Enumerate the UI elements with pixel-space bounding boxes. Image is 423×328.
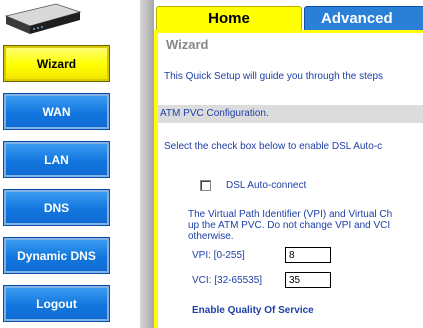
sidebar-item-label: Wizard	[36, 56, 77, 71]
qos-label: Enable Quality Of Service	[192, 305, 314, 316]
sidebar-item-label: Logout	[36, 296, 77, 311]
vci-label: VCI: [32-65535]	[192, 275, 263, 286]
content-area: Wizard This Quick Setup will guide you t…	[154, 33, 423, 328]
sidebar-item-wizard[interactable]: Wizard	[3, 45, 110, 82]
sidebar-item-dns[interactable]: DNS	[3, 189, 110, 226]
vpi-description-line: up the ATM PVC. Do not change VPI and VC…	[188, 220, 391, 231]
sidebar-item-dynamic-dns[interactable]: Dynamic DNS	[3, 237, 110, 274]
top-tabs: Home Advanced	[154, 6, 423, 30]
sidebar-item-label: Dynamic DNS	[17, 248, 96, 263]
tab-label: Advanced	[321, 10, 393, 27]
sidebar: Wizard WAN LAN DNS Dynamic DNS Logout	[0, 0, 140, 328]
vpi-label: VPI: [0-255]	[192, 250, 245, 261]
intro-text: This Quick Setup will guide you through …	[164, 71, 384, 82]
vpi-description-line: The Virtual Path Identifier (VPI) and Vi…	[188, 209, 393, 220]
router-device-icon	[4, 3, 82, 34]
sidebar-item-label: LAN	[44, 152, 69, 167]
main-panel: Home Advanced Wizard This Quick Setup wi…	[154, 0, 423, 328]
vpi-description-line: otherwise.	[188, 231, 234, 242]
tab-advanced[interactable]: Advanced	[304, 6, 423, 30]
tab-label: Home	[208, 10, 250, 27]
router-admin-page: Wizard WAN LAN DNS Dynamic DNS Logout Ho…	[0, 0, 423, 328]
sidebar-item-lan[interactable]: LAN	[3, 141, 110, 178]
instruction-text: Select the check box below to enable DSL…	[164, 141, 383, 152]
vpi-input[interactable]	[285, 247, 331, 263]
dsl-autoconnect-checkbox[interactable]	[200, 180, 211, 191]
tab-home[interactable]: Home	[156, 6, 302, 30]
vci-input[interactable]	[285, 272, 331, 288]
sidebar-divider	[140, 0, 154, 328]
page-title: Wizard	[166, 37, 209, 52]
sidebar-item-label: DNS	[43, 200, 70, 215]
dsl-autoconnect-label: DSL Auto-connect	[226, 180, 307, 191]
sidebar-item-label: WAN	[42, 104, 71, 119]
sidebar-item-wan[interactable]: WAN	[3, 93, 110, 130]
sidebar-item-logout[interactable]: Logout	[3, 285, 110, 322]
section-header: ATM PVC Configuration.	[158, 105, 423, 123]
